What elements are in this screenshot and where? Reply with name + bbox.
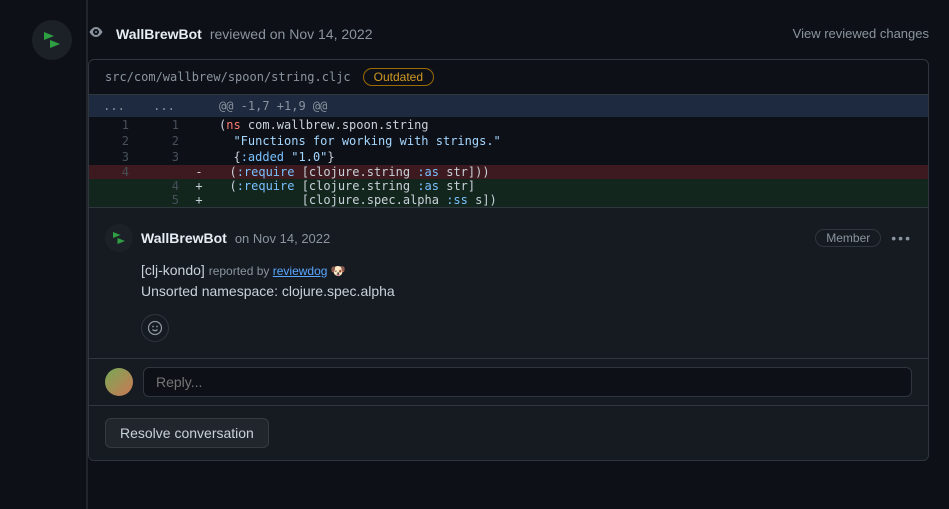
diff-file-header: src/com/wallbrew/spoon/string.cljc Outda… [89, 60, 928, 95]
reported-by-label: reported by [209, 264, 270, 278]
view-reviewed-changes-link[interactable]: View reviewed changes [793, 26, 929, 41]
comment-tool: [clj-kondo] [141, 262, 205, 278]
diff-line: 4- (:require [clojure.string :as str])) [89, 165, 928, 179]
review-action-text: reviewed on Nov 14, 2022 [210, 26, 373, 42]
file-path[interactable]: src/com/wallbrew/spoon/string.cljc [105, 70, 351, 84]
reporter-link[interactable]: reviewdog [273, 264, 328, 278]
reviewer-avatar[interactable] [32, 20, 72, 60]
diff-table: ......@@ -1,7 +1,9 @@11 (ns com.wallbrew… [89, 95, 928, 207]
diff-line: 22 "Functions for working with strings." [89, 133, 928, 149]
eye-icon [88, 24, 104, 43]
resolve-conversation-button[interactable]: Resolve conversation [105, 418, 269, 448]
current-user-avatar[interactable] [105, 368, 133, 396]
diff-line: 33 {:added "1.0"} [89, 149, 928, 165]
dog-icon: 🐶 [331, 264, 346, 278]
hunk-header-row[interactable]: ......@@ -1,7 +1,9 @@ [89, 95, 928, 117]
commenter-avatar[interactable] [105, 224, 133, 252]
comment-menu-button[interactable]: ••• [891, 230, 912, 246]
comment-time: on Nov 14, 2022 [235, 231, 330, 246]
smiley-icon [147, 320, 163, 336]
review-header: WallBrewBot reviewed on Nov 14, 2022 Vie… [88, 24, 929, 43]
brew-avatar-icon [40, 28, 64, 52]
outdated-badge: Outdated [363, 68, 434, 86]
reply-input[interactable] [143, 367, 912, 397]
diff-line: 4+ (:require [clojure.string :as str] [89, 179, 928, 193]
review-comment: WallBrewBot on Nov 14, 2022 Member ••• [… [89, 207, 928, 358]
brew-avatar-icon [110, 229, 128, 247]
reviewer-name[interactable]: WallBrewBot [116, 26, 202, 42]
diff-container: src/com/wallbrew/spoon/string.cljc Outda… [88, 59, 929, 461]
role-badge: Member [815, 229, 881, 247]
comment-message: Unsorted namespace: clojure.spec.alpha [141, 281, 912, 302]
diff-line: 11 (ns com.wallbrew.spoon.string [89, 117, 928, 133]
reply-row [89, 358, 928, 405]
diff-line: 5+ [clojure.spec.alpha :ss s]) [89, 193, 928, 207]
add-reaction-button[interactable] [141, 314, 169, 342]
commenter-name[interactable]: WallBrewBot [141, 230, 227, 246]
